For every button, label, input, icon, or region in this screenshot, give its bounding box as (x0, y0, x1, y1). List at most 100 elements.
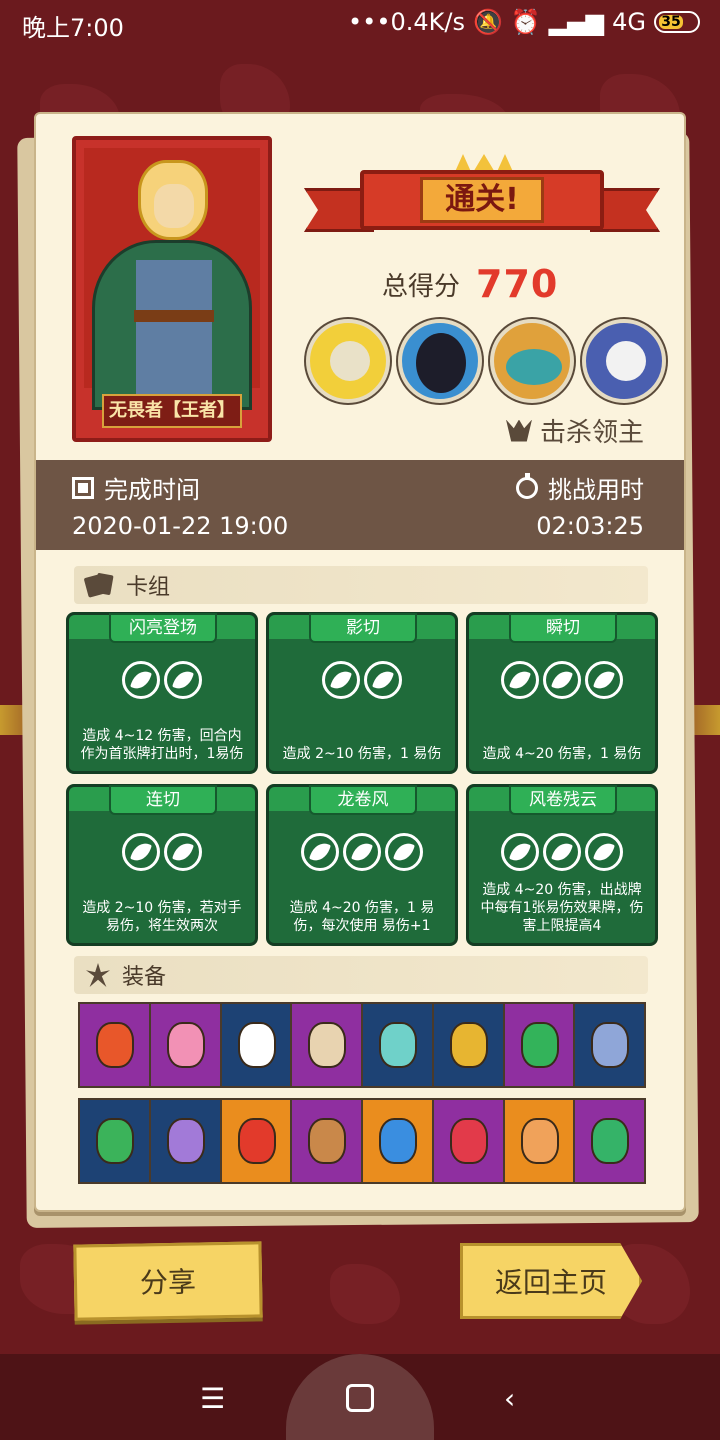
deck-card[interactable]: 瞬切造成 4~20 伤害，1 易伤 (466, 612, 658, 774)
deck-cards: 闪亮登场 造成 4~12 伤害，回合内作为首张牌打出时，1易伤 影切 造成 2~10 … (66, 612, 658, 946)
duration-label: 挑战用时 (516, 470, 644, 505)
card-cost (269, 833, 455, 871)
hero-name: 无畏者【王者】 (102, 394, 242, 428)
hero-portrait: 无畏者【王者】 (72, 136, 272, 442)
equipment-slot[interactable] (363, 1100, 434, 1182)
battery-icon: 35 (654, 11, 700, 33)
boss-crown-icon (505, 419, 532, 442)
card-cost (469, 833, 655, 871)
clear-banner: 通关! (304, 154, 660, 244)
equipment-section-title: 装备 (74, 956, 648, 994)
wind-coin-icon (122, 833, 160, 871)
kill-label: 击杀领主 (539, 418, 644, 448)
defeated-bosses (306, 319, 666, 403)
equipment-slot[interactable] (292, 1100, 363, 1182)
card-cost (269, 661, 455, 699)
amulet-icon (449, 1118, 488, 1164)
score-value: 770 (476, 262, 559, 306)
status-time: 晚上7:00 (22, 14, 124, 42)
helmet-icon (166, 1118, 205, 1164)
wind-coin-icon (301, 833, 339, 871)
deck-card[interactable]: 连切 造成 2~10 伤害，若对手易伤，将生效两次 (66, 784, 258, 946)
crystal-icon (166, 1022, 205, 1068)
card-cost (69, 833, 255, 871)
equipment-slot[interactable] (150, 1004, 222, 1086)
result-panel: 无畏者【王者】 通关! 总得分 770 击杀领主 完成时间 2020-01-22… (34, 112, 686, 1212)
hero-body (136, 260, 212, 410)
boss-shadow-icon (398, 319, 482, 403)
feather-icon (96, 1022, 134, 1068)
stopwatch-icon (516, 472, 538, 499)
wind-coin-icon (543, 661, 581, 699)
equipment-icon (86, 963, 110, 987)
equipment-slot[interactable] (433, 1100, 505, 1182)
deck-card[interactable]: 影切 造成 2~10 伤害，1 易伤 (266, 612, 458, 774)
card-description: 造成 4~20 伤害，1 易伤 (482, 746, 642, 762)
duration-value: 02:03:25 (536, 512, 644, 540)
deck-card[interactable]: 风卷残云造成 4~20 伤害，出战牌中每有1张易伤效果牌，伤害上限提高4 (466, 784, 658, 946)
wind-coin-icon (364, 661, 402, 699)
wind-coin-icon (343, 833, 381, 871)
deck-card[interactable]: 闪亮登场 造成 4~12 伤害，回合内作为首张牌打出时，1易伤 (66, 612, 258, 774)
equipment-row-1 (78, 1002, 646, 1088)
clover-icon (96, 1118, 134, 1164)
card-description: 造成 4~20 伤害，出战牌中每有1张易伤效果牌，伤害上限提高4 (480, 882, 644, 934)
equipment-slot[interactable] (504, 1100, 576, 1182)
equipment-slot[interactable] (80, 1100, 151, 1182)
equipment-slot[interactable] (575, 1100, 644, 1182)
scroll-icon (308, 1022, 347, 1068)
nav-back-icon[interactable]: ‹ (504, 1382, 515, 1415)
wind-coin-icon (164, 833, 202, 871)
equipment-slot[interactable] (221, 1100, 293, 1182)
card-description: 造成 4~20 伤害，1 易伤，每次使用 易伤+1 (289, 900, 435, 934)
wind-coin-icon (385, 833, 423, 871)
deck-section-title: 卡组 (74, 566, 648, 604)
equipment-slot[interactable] (363, 1004, 434, 1086)
equipment-slot[interactable] (433, 1004, 505, 1086)
boss-kills: 击杀领主 (505, 412, 644, 449)
share-button[interactable]: 分享 (73, 1241, 263, 1321)
equipment-slot[interactable] (221, 1004, 293, 1086)
equipment-row-2 (78, 1098, 646, 1184)
card-name: 连切 (109, 785, 217, 815)
back-home-button[interactable]: 返回主页 (460, 1243, 642, 1319)
wind-coin-icon (322, 661, 360, 699)
equipment-slot[interactable] (292, 1004, 363, 1086)
nav-home-icon[interactable] (346, 1384, 374, 1412)
card-name: 风卷残云 (509, 785, 617, 815)
wind-coin-icon (585, 833, 623, 871)
nav-menu-icon[interactable]: ☰ (200, 1382, 225, 1415)
alarm-icon: ⏰ (510, 8, 541, 36)
deck-card[interactable]: 龙卷风造成 4~20 伤害，1 易伤，每次使用 易伤+1 (266, 784, 458, 946)
boot-icon (308, 1118, 347, 1164)
dice-icon (520, 1118, 559, 1164)
boss-skull-knight-icon (582, 319, 666, 403)
total-score: 总得分 770 (382, 262, 558, 306)
equipment-slot[interactable] (80, 1004, 151, 1086)
equipment-slot[interactable] (575, 1004, 644, 1086)
card-description: 造成 4~12 伤害，回合内作为首张牌打出时，1易伤 (80, 728, 244, 762)
wind-coin-icon (122, 661, 160, 699)
signal-icon: ▂▄▆ (548, 8, 605, 36)
skull-icon (237, 1022, 276, 1068)
wind-coin-icon (543, 833, 581, 871)
calendar-icon (72, 476, 94, 499)
chest-icon (379, 1022, 417, 1068)
finish-time-value: 2020-01-22 19:00 (72, 512, 289, 540)
ice-crystal-icon (379, 1118, 417, 1164)
network-type: 4G (612, 8, 646, 36)
card-name: 瞬切 (509, 613, 617, 643)
card-name: 龙卷风 (309, 785, 417, 815)
hero-face (154, 184, 194, 228)
wind-stone-icon (591, 1118, 630, 1164)
boss-wizard-icon (306, 319, 390, 403)
clear-title: 通关! (420, 177, 544, 223)
card-cost (469, 661, 655, 699)
equipment-slot[interactable] (504, 1004, 576, 1086)
time-bar: 完成时间 2020-01-22 19:00 挑战用时 02:03:25 (36, 460, 684, 550)
finish-time-label: 完成时间 (72, 470, 200, 505)
equipment-slot[interactable] (150, 1100, 222, 1182)
wind-coin-icon (164, 661, 202, 699)
system-nav-bar: ☰ ‹ (0, 1354, 720, 1440)
network-speed: •••0.4K/s (348, 8, 465, 36)
